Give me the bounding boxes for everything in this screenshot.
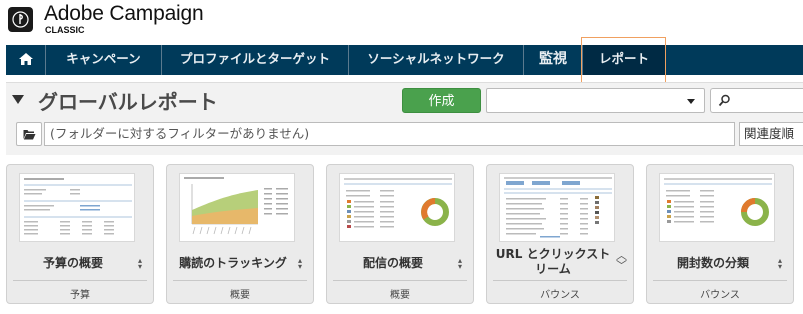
report-card-budget[interactable]: 予算の概要 ▴ ▾ 予算 bbox=[6, 164, 154, 304]
report-card-subscription-tracking[interactable]: 購読のトラッキング ▴ ▾ 概要 bbox=[166, 164, 314, 304]
page-title: グローバルレポート bbox=[38, 90, 218, 114]
sort-arrows-icon[interactable]: ▴ ▾ bbox=[296, 257, 304, 271]
report-type-select[interactable] bbox=[486, 88, 705, 113]
report-thumbnail bbox=[499, 173, 615, 242]
report-thumbnail bbox=[179, 173, 295, 242]
home-icon bbox=[18, 53, 33, 65]
report-thumbnail bbox=[659, 173, 775, 242]
card-title: 購読のトラッキング bbox=[179, 256, 287, 270]
brand-edition: CLASSIC bbox=[45, 25, 85, 35]
card-title: 予算の概要 bbox=[42, 256, 103, 270]
logo-icon bbox=[12, 11, 29, 28]
tab-social-networks[interactable]: ソーシャルネットワーク bbox=[349, 45, 524, 75]
sort-arrows-icon[interactable]: ▴ ▾ bbox=[776, 257, 784, 271]
card-divider bbox=[173, 280, 307, 281]
report-card-url-clickstream[interactable]: URL とクリックストリーム ︿ ﹀ バウンス bbox=[486, 164, 634, 304]
main-nav: キャンペーン プロファイルとターゲット ソーシャルネットワーク 監視 レポート bbox=[6, 45, 803, 75]
brand-name: Adobe Campaign bbox=[44, 2, 204, 25]
card-title: 開封数の分類 bbox=[676, 256, 749, 270]
folder-filter-field[interactable]: (フォルダーに対するフィルターがありません) bbox=[44, 122, 735, 146]
search-icon bbox=[718, 94, 730, 107]
report-thumbnail bbox=[19, 173, 135, 242]
report-card-delivery-overview[interactable]: 配信の概要 ▴ ▾ 概要 bbox=[326, 164, 474, 304]
report-card-open-breakdown[interactable]: 開封数の分類 ▴ ▾ バウンス bbox=[646, 164, 794, 304]
tab-monitoring[interactable]: 監視 bbox=[524, 45, 583, 75]
sort-arrows-icon[interactable]: ▴ ▾ bbox=[456, 257, 464, 271]
create-button[interactable]: 作成 bbox=[402, 88, 481, 113]
card-category: バウンス bbox=[700, 290, 740, 301]
tab-profiles-targets[interactable]: プロファイルとターゲット bbox=[162, 45, 349, 75]
report-thumbnail bbox=[339, 173, 455, 242]
nav-home[interactable] bbox=[6, 45, 46, 75]
card-category: バウンス bbox=[540, 290, 580, 301]
card-title: 配信の概要 bbox=[362, 256, 423, 270]
card-divider bbox=[333, 280, 467, 281]
sort-arrows-icon[interactable]: ︿ ﹀ bbox=[616, 250, 627, 271]
card-category: 概要 bbox=[390, 290, 410, 301]
card-title: URL とクリックストリーム bbox=[495, 247, 611, 276]
card-category: 概要 bbox=[230, 290, 250, 301]
chevron-down-icon bbox=[687, 99, 695, 104]
sort-arrows-icon[interactable]: ▴ ▾ bbox=[136, 257, 144, 271]
reports-tab-highlight bbox=[581, 37, 666, 83]
sort-select[interactable]: 関連度順 bbox=[739, 122, 803, 146]
card-category: 予算 bbox=[70, 290, 90, 301]
adobe-campaign-logo bbox=[8, 7, 33, 32]
collapse-triangle-icon[interactable] bbox=[12, 95, 24, 104]
card-divider bbox=[653, 280, 787, 281]
search-input[interactable] bbox=[710, 88, 803, 113]
card-divider bbox=[493, 280, 627, 281]
card-divider bbox=[13, 280, 147, 281]
folder-button[interactable] bbox=[16, 122, 42, 146]
folder-icon bbox=[23, 130, 36, 140]
tab-campaigns[interactable]: キャンペーン bbox=[46, 45, 162, 75]
